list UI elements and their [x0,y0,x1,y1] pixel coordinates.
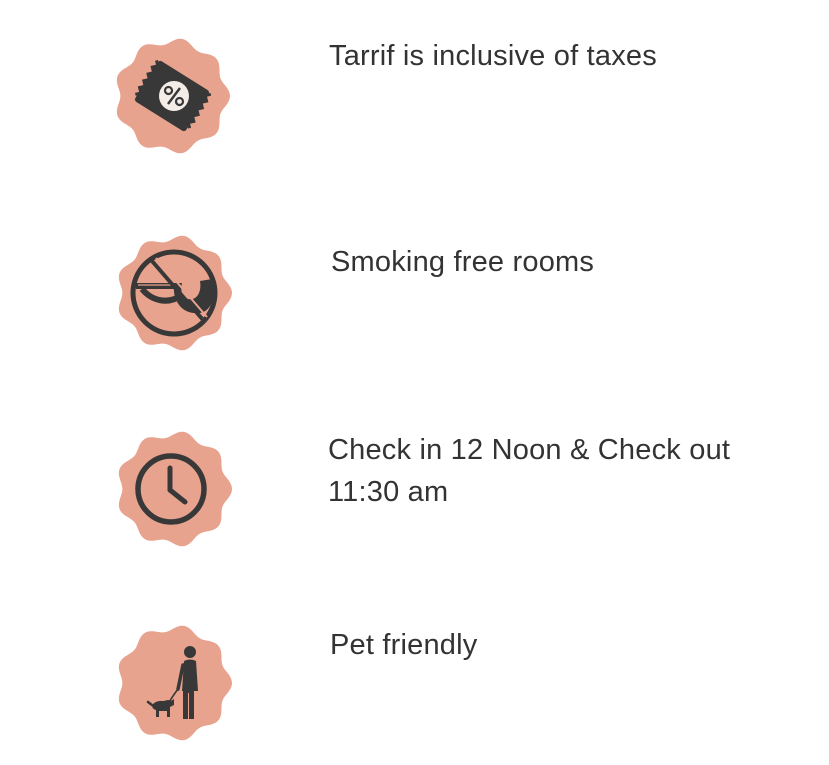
feature-label-checkin: Check in 12 Noon & Check out 11:30 am [328,429,730,513]
feature-label-smoking: Smoking free rooms [331,246,595,278]
no-smoking-pipe-icon [118,235,232,351]
person-walking-dog-icon [118,625,232,741]
feature-badge-smoking [112,231,236,355]
feature-badge-pets [112,621,236,745]
feature-label-checkin-line1: Check in 12 Noon & Check out [328,434,731,466]
clock-icon [118,431,232,547]
feature-label-pets: Pet friendly [330,629,478,661]
feature-label-checkin-line2: 11:30 am [328,476,449,508]
feature-label-taxes: Tarrif is inclusive of taxes [329,40,657,72]
feature-badge-taxes [110,34,234,158]
feature-badge-checkin [112,427,236,551]
ticket-percent-icon [116,38,230,154]
